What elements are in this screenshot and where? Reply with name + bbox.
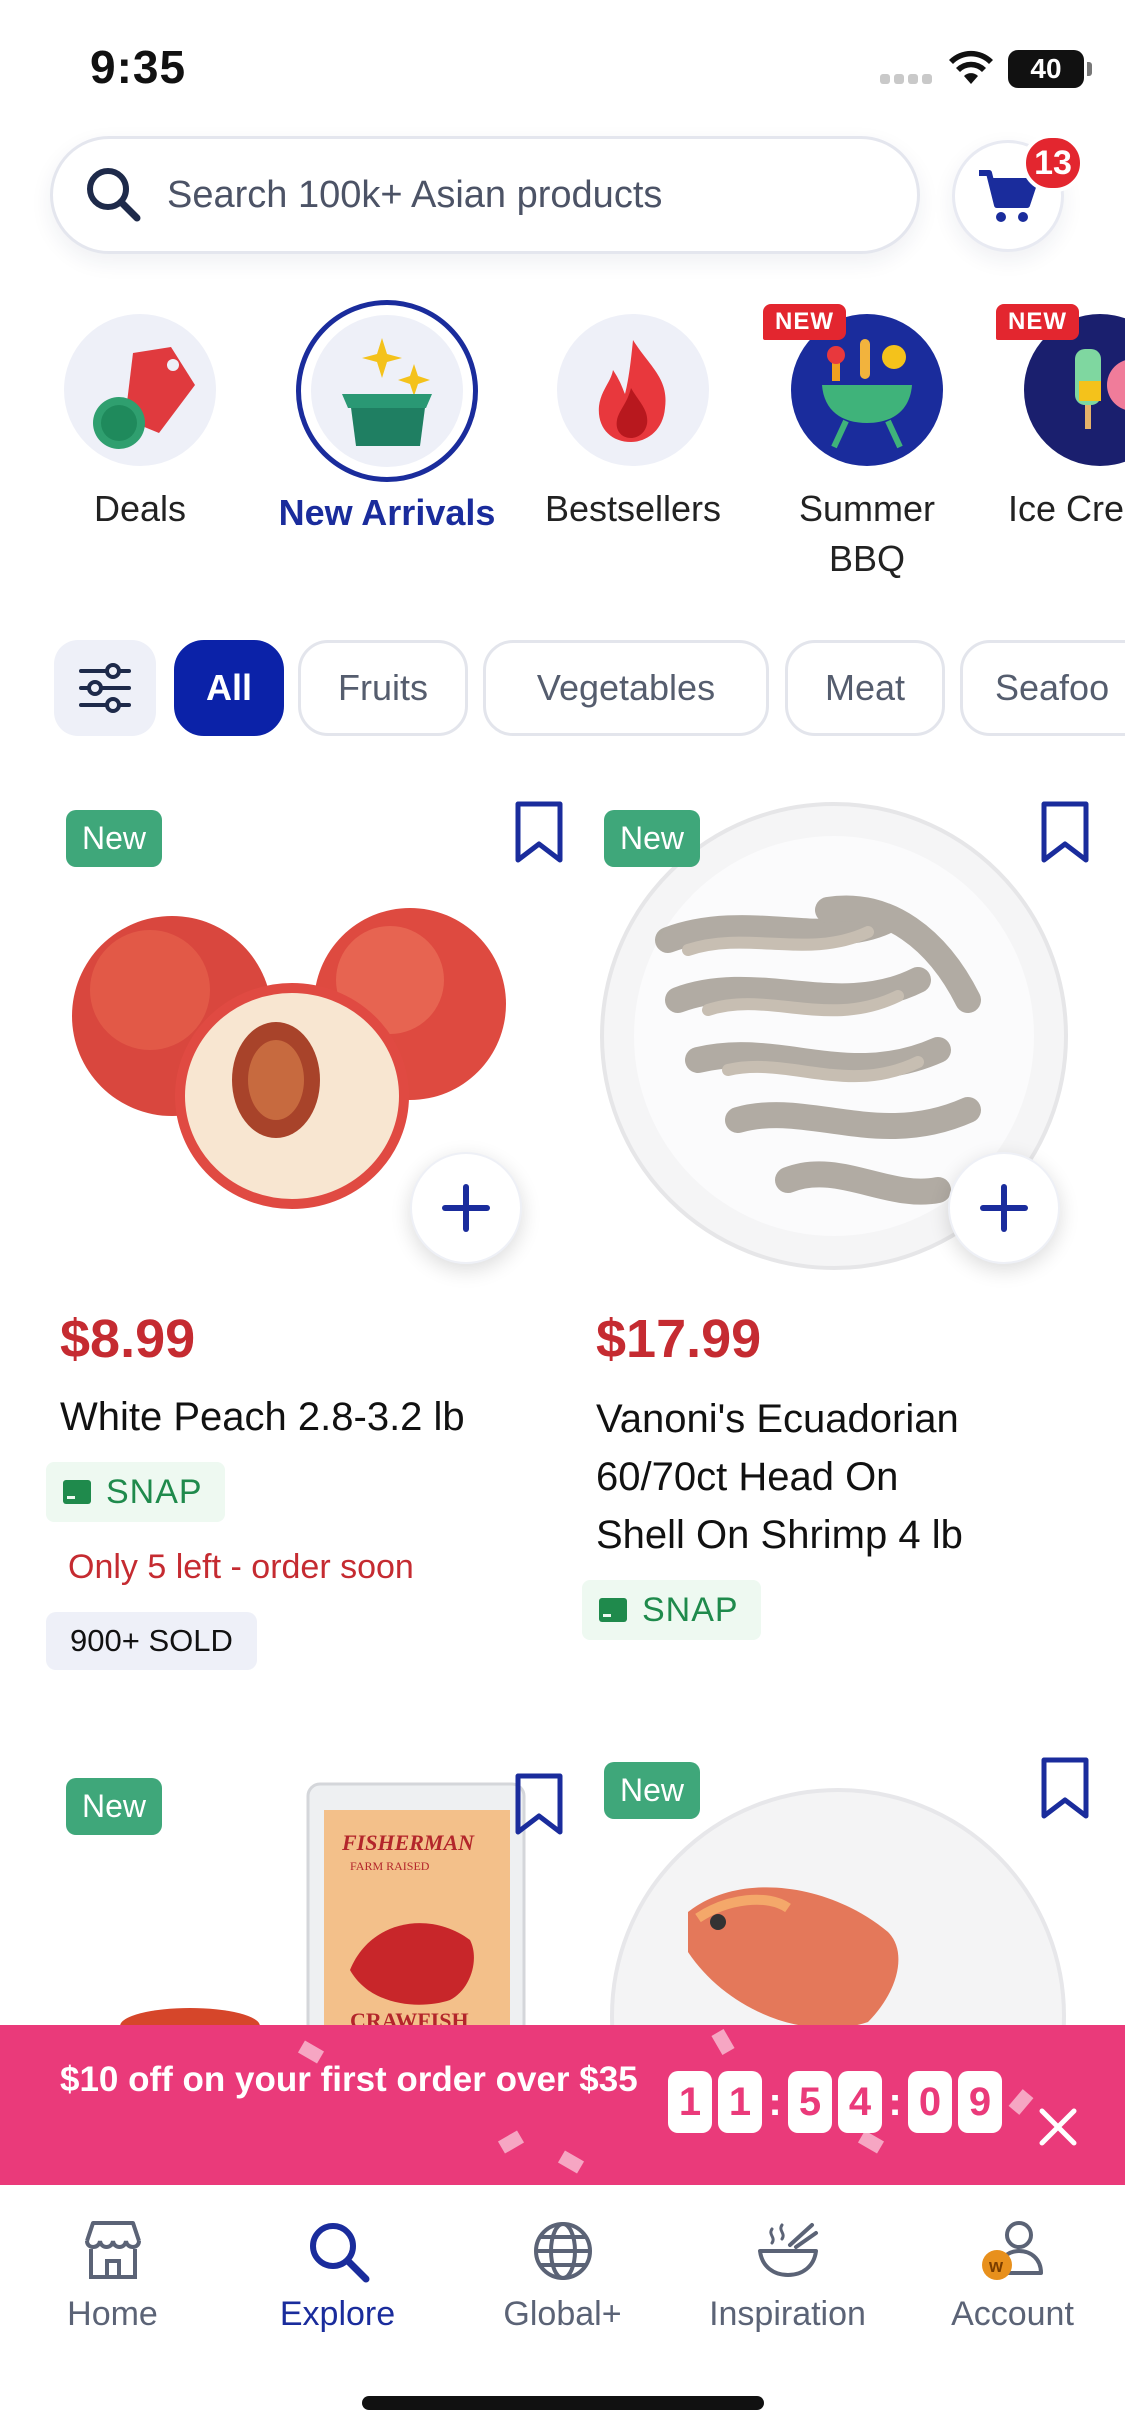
product-price: $17.99 xyxy=(596,1309,762,1369)
flame-icon xyxy=(557,314,709,466)
add-to-cart-button[interactable] xyxy=(410,1152,522,1264)
search-placeholder: Search 100k+ Asian products xyxy=(167,173,663,216)
home-indicator xyxy=(362,2396,764,2410)
bookmark-icon[interactable] xyxy=(1038,1756,1092,1820)
new-badge: NEW xyxy=(996,304,1079,340)
category-carousel[interactable]: Deals New Arrivals Bestsellers NEW Summe… xyxy=(0,300,1125,610)
chip-vegetables[interactable]: Vegetables xyxy=(483,640,769,736)
product-card[interactable]: New xyxy=(588,1752,1108,2032)
bowl-icon xyxy=(757,2223,818,2277)
category-summer-bbq[interactable]: NEW Summer BBQ xyxy=(747,300,987,584)
package-subtitle-text: FARM RAISED xyxy=(350,1859,430,1873)
tab-label: Inspiration xyxy=(709,2295,866,2333)
chip-all[interactable]: All xyxy=(174,640,284,736)
timer-digit: 1 xyxy=(718,2071,762,2133)
plus-icon xyxy=(980,1184,1028,1232)
card-icon xyxy=(63,1480,91,1504)
category-deals[interactable]: Deals xyxy=(20,300,260,534)
product-card[interactable]: New FISHERMAN FARM RAISED CRAWFISH xyxy=(50,1770,570,2030)
timer-digit: 1 xyxy=(668,2071,712,2133)
globe-icon xyxy=(533,2222,592,2280)
package-brand-text: FISHERMAN xyxy=(341,1830,475,1855)
new-tag: New xyxy=(604,1762,701,1819)
snap-badge: SNAP xyxy=(582,1580,761,1640)
price-tag-icon xyxy=(64,314,216,466)
product-name[interactable]: White Peach 2.8-3.2 lb xyxy=(60,1388,560,1446)
promo-text: $10 off on your first order over $35 xyxy=(60,2060,638,2099)
tab-label: Account xyxy=(951,2295,1074,2333)
tab-home[interactable]: Home xyxy=(0,2215,225,2334)
status-bar: 9:35 40 xyxy=(0,0,1125,130)
product-card[interactable]: New $17.99 Vanoni's Ecuadorian 60/70ct He… xyxy=(582,800,1108,1640)
tab-label: Global+ xyxy=(503,2295,622,2333)
plus-icon xyxy=(442,1184,490,1232)
signal-icon xyxy=(880,74,932,86)
chip-seafood[interactable]: Seafoo xyxy=(960,640,1125,736)
product-price: $8.99 xyxy=(60,1309,196,1369)
wifi-icon xyxy=(949,50,993,84)
sliders-icon xyxy=(79,663,131,713)
bookmark-icon[interactable] xyxy=(512,1772,566,1836)
product-name[interactable]: Vanoni's Ecuadorian 60/70ct Head On Shell … xyxy=(596,1390,1096,1564)
category-label: Bestsellers xyxy=(544,488,722,529)
new-tag: New xyxy=(66,1778,163,1835)
snap-badge: SNAP xyxy=(46,1462,225,1522)
timer-digit: 4 xyxy=(838,2071,882,2133)
account-icon: w xyxy=(981,2221,1043,2280)
tab-label: Explore xyxy=(279,2295,396,2333)
category-label: New Arrivals xyxy=(278,492,496,533)
svg-text:w: w xyxy=(988,2256,1004,2276)
filter-button[interactable] xyxy=(54,640,156,736)
countdown-timer: 1 1 : 5 4 : 0 9 xyxy=(668,2071,1008,2133)
timer-digit: 9 xyxy=(958,2071,1002,2133)
category-bestsellers[interactable]: Bestsellers xyxy=(513,300,753,534)
store-icon xyxy=(84,2221,141,2279)
category-label: Ice Cre xyxy=(1008,488,1125,529)
tab-inspiration[interactable]: Inspiration xyxy=(675,2215,900,2334)
snap-label: SNAP xyxy=(106,1472,203,1511)
category-label: Deals xyxy=(93,488,187,529)
tab-explore[interactable]: Explore xyxy=(225,2215,450,2334)
promo-banner[interactable]: $10 off on your first order over $35 1 1… xyxy=(0,2025,1125,2185)
sold-count-badge: 900+ SOLD xyxy=(46,1612,257,1670)
new-tag: New xyxy=(66,810,163,867)
add-to-cart-button[interactable] xyxy=(948,1152,1060,1264)
search-icon xyxy=(87,168,141,222)
status-time: 9:35 xyxy=(90,41,187,93)
category-label: Summer BBQ xyxy=(798,488,936,579)
timer-digit: 0 xyxy=(908,2071,952,2133)
close-icon[interactable] xyxy=(1038,2107,1078,2147)
product-card[interactable]: New $8.99 White Peach 2.8-3.2 lb SNAP On… xyxy=(46,800,570,1680)
tab-global-plus[interactable]: Global+ xyxy=(450,2215,675,2334)
category-ice-cream[interactable]: NEW Ice Cre xyxy=(980,300,1125,534)
battery-indicator: 40 xyxy=(1008,50,1092,88)
card-icon xyxy=(599,1598,627,1622)
category-new-arrivals[interactable]: New Arrivals xyxy=(267,300,507,538)
bookmark-icon[interactable] xyxy=(1038,800,1092,864)
snap-label: SNAP xyxy=(642,1590,739,1629)
new-badge: NEW xyxy=(763,304,846,340)
cart-count-badge: 13 xyxy=(1022,134,1084,192)
tab-account[interactable]: w Account xyxy=(900,2215,1125,2334)
filter-bar[interactable]: All Fruits Vegetables Meat Seafoo xyxy=(0,640,1125,736)
search-input[interactable]: Search 100k+ Asian products xyxy=(50,136,920,254)
stock-warning: Only 5 left - order soon xyxy=(68,1548,414,1586)
search-icon xyxy=(309,2223,369,2283)
chip-meat[interactable]: Meat xyxy=(785,640,945,736)
new-tag: New xyxy=(604,810,701,867)
bookmark-icon[interactable] xyxy=(512,800,566,864)
timer-digit: 5 xyxy=(788,2071,832,2133)
gift-box-sparkle-icon xyxy=(311,315,463,467)
tab-label: Home xyxy=(67,2295,158,2333)
chip-fruits[interactable]: Fruits xyxy=(298,640,468,736)
